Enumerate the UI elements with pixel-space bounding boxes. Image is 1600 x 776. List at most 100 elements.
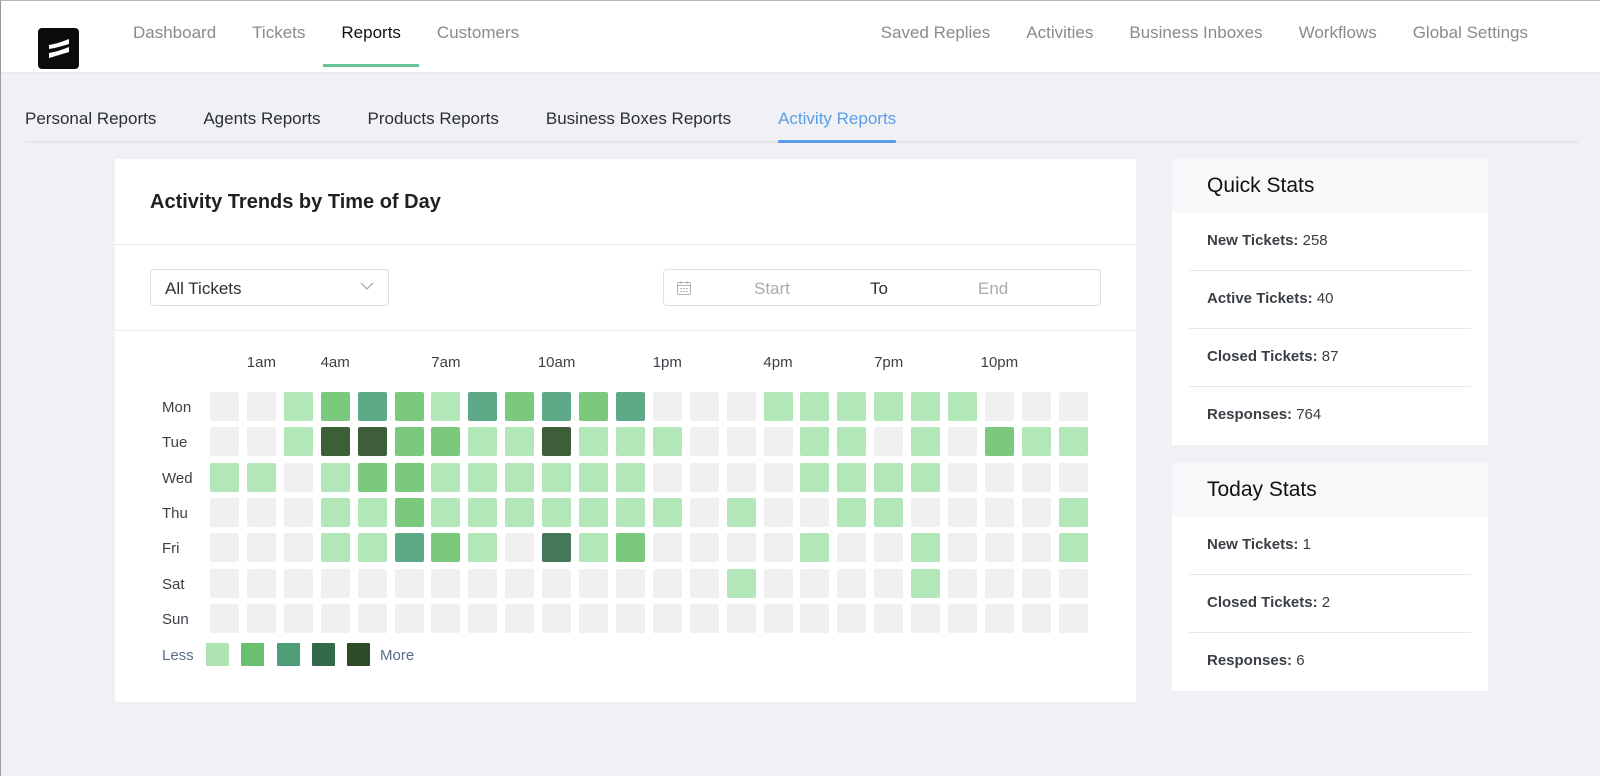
heatmap-cell[interactable]: [911, 427, 941, 457]
heatmap-cell[interactable]: [652, 568, 682, 598]
heatmap-cell[interactable]: [652, 427, 682, 457]
heatmap-cell[interactable]: [948, 462, 977, 492]
heatmap-cell[interactable]: [615, 568, 645, 598]
heatmap-cell[interactable]: [246, 603, 276, 633]
heatmap-cell[interactable]: [763, 603, 793, 633]
heatmap-cell[interactable]: [615, 462, 645, 492]
heatmap-cell[interactable]: [431, 462, 461, 492]
heatmap-cell[interactable]: [468, 392, 498, 421]
start-date-input[interactable]: Start: [754, 279, 790, 299]
heatmap-cell[interactable]: [984, 427, 1014, 457]
tab-business-boxes-reports[interactable]: Business Boxes Reports: [546, 101, 731, 141]
heatmap-cell[interactable]: [874, 603, 904, 633]
heatmap-cell[interactable]: [542, 462, 572, 492]
heatmap-cell[interactable]: [1058, 603, 1088, 633]
heatmap-cell[interactable]: [431, 533, 461, 563]
heatmap-cell[interactable]: [394, 427, 424, 457]
heatmap-cell[interactable]: [800, 533, 830, 563]
heatmap-cell[interactable]: [689, 427, 719, 457]
heatmap-cell[interactable]: [320, 603, 350, 633]
heatmap-cell[interactable]: [357, 462, 387, 492]
heatmap-cell[interactable]: [246, 392, 276, 421]
heatmap-cell[interactable]: [246, 533, 276, 563]
heatmap-cell[interactable]: [431, 497, 461, 527]
heatmap-cell[interactable]: [246, 568, 276, 598]
ticket-filter-select[interactable]: All Tickets: [150, 269, 389, 306]
heatmap-cell[interactable]: [763, 392, 793, 421]
heatmap-cell[interactable]: [837, 392, 867, 421]
heatmap-cell[interactable]: [394, 462, 424, 492]
heatmap-cell[interactable]: [984, 462, 1014, 492]
heatmap-cell[interactable]: [542, 533, 572, 563]
heatmap-cell[interactable]: [984, 392, 1014, 421]
heatmap-cell[interactable]: [615, 603, 645, 633]
heatmap-cell[interactable]: [505, 462, 535, 492]
heatmap-cell[interactable]: [1021, 497, 1051, 527]
heatmap-cell[interactable]: [948, 603, 977, 633]
heatmap-cell[interactable]: [468, 568, 498, 598]
heatmap-cell[interactable]: [837, 568, 867, 598]
heatmap-cell[interactable]: [320, 462, 350, 492]
heatmap-cell[interactable]: [210, 392, 239, 421]
heatmap-cell[interactable]: [246, 427, 276, 457]
heatmap-cell[interactable]: [283, 392, 313, 421]
heatmap-cell[interactable]: [615, 427, 645, 457]
heatmap-cell[interactable]: [984, 497, 1014, 527]
heatmap-cell[interactable]: [726, 427, 756, 457]
heatmap-cell[interactable]: [505, 533, 535, 563]
tab-personal-reports[interactable]: Personal Reports: [25, 101, 156, 141]
heatmap-cell[interactable]: [615, 497, 645, 527]
heatmap-cell[interactable]: [1058, 392, 1088, 421]
heatmap-cell[interactable]: [210, 603, 239, 633]
heatmap-cell[interactable]: [689, 462, 719, 492]
heatmap-cell[interactable]: [210, 497, 239, 527]
heatmap-cell[interactable]: [800, 497, 830, 527]
heatmap-cell[interactable]: [1021, 392, 1051, 421]
nav-dashboard[interactable]: Dashboard: [115, 1, 234, 67]
heatmap-cell[interactable]: [800, 427, 830, 457]
heatmap-cell[interactable]: [726, 497, 756, 527]
heatmap-cell[interactable]: [579, 392, 608, 421]
heatmap-cell[interactable]: [394, 392, 424, 421]
heatmap-cell[interactable]: [689, 533, 719, 563]
heatmap-cell[interactable]: [689, 497, 719, 527]
heatmap-cell[interactable]: [911, 497, 941, 527]
heatmap-cell[interactable]: [1021, 427, 1051, 457]
heatmap-cell[interactable]: [726, 392, 756, 421]
heatmap-cell[interactable]: [948, 497, 977, 527]
heatmap-cell[interactable]: [320, 568, 350, 598]
heatmap-cell[interactable]: [763, 533, 793, 563]
heatmap-cell[interactable]: [726, 533, 756, 563]
heatmap-cell[interactable]: [542, 568, 572, 598]
nav-saved-replies[interactable]: Saved Replies: [863, 1, 1009, 67]
heatmap-cell[interactable]: [874, 427, 904, 457]
heatmap-cell[interactable]: [837, 603, 867, 633]
heatmap-cell[interactable]: [1058, 462, 1088, 492]
heatmap-cell[interactable]: [542, 392, 572, 421]
heatmap-cell[interactable]: [837, 533, 867, 563]
heatmap-cell[interactable]: [210, 427, 239, 457]
heatmap-cell[interactable]: [1058, 497, 1088, 527]
heatmap-cell[interactable]: [984, 568, 1014, 598]
heatmap-cell[interactable]: [652, 462, 682, 492]
heatmap-cell[interactable]: [394, 497, 424, 527]
heatmap-cell[interactable]: [837, 427, 867, 457]
heatmap-cell[interactable]: [357, 603, 387, 633]
heatmap-cell[interactable]: [357, 497, 387, 527]
heatmap-cell[interactable]: [1058, 533, 1088, 563]
heatmap-cell[interactable]: [1021, 568, 1051, 598]
heatmap-cell[interactable]: [948, 392, 977, 421]
heatmap-cell[interactable]: [948, 533, 977, 563]
heatmap-cell[interactable]: [283, 497, 313, 527]
heatmap-cell[interactable]: [800, 462, 830, 492]
tab-activity-reports[interactable]: Activity Reports: [778, 101, 897, 143]
heatmap-cell[interactable]: [874, 392, 904, 421]
tab-agents-reports[interactable]: Agents Reports: [203, 101, 320, 141]
heatmap-cell[interactable]: [874, 462, 904, 492]
heatmap-cell[interactable]: [874, 533, 904, 563]
heatmap-cell[interactable]: [468, 427, 498, 457]
heatmap-cell[interactable]: [1021, 603, 1051, 633]
heatmap-cell[interactable]: [394, 533, 424, 563]
heatmap-cell[interactable]: [1021, 462, 1051, 492]
heatmap-cell[interactable]: [652, 497, 682, 527]
